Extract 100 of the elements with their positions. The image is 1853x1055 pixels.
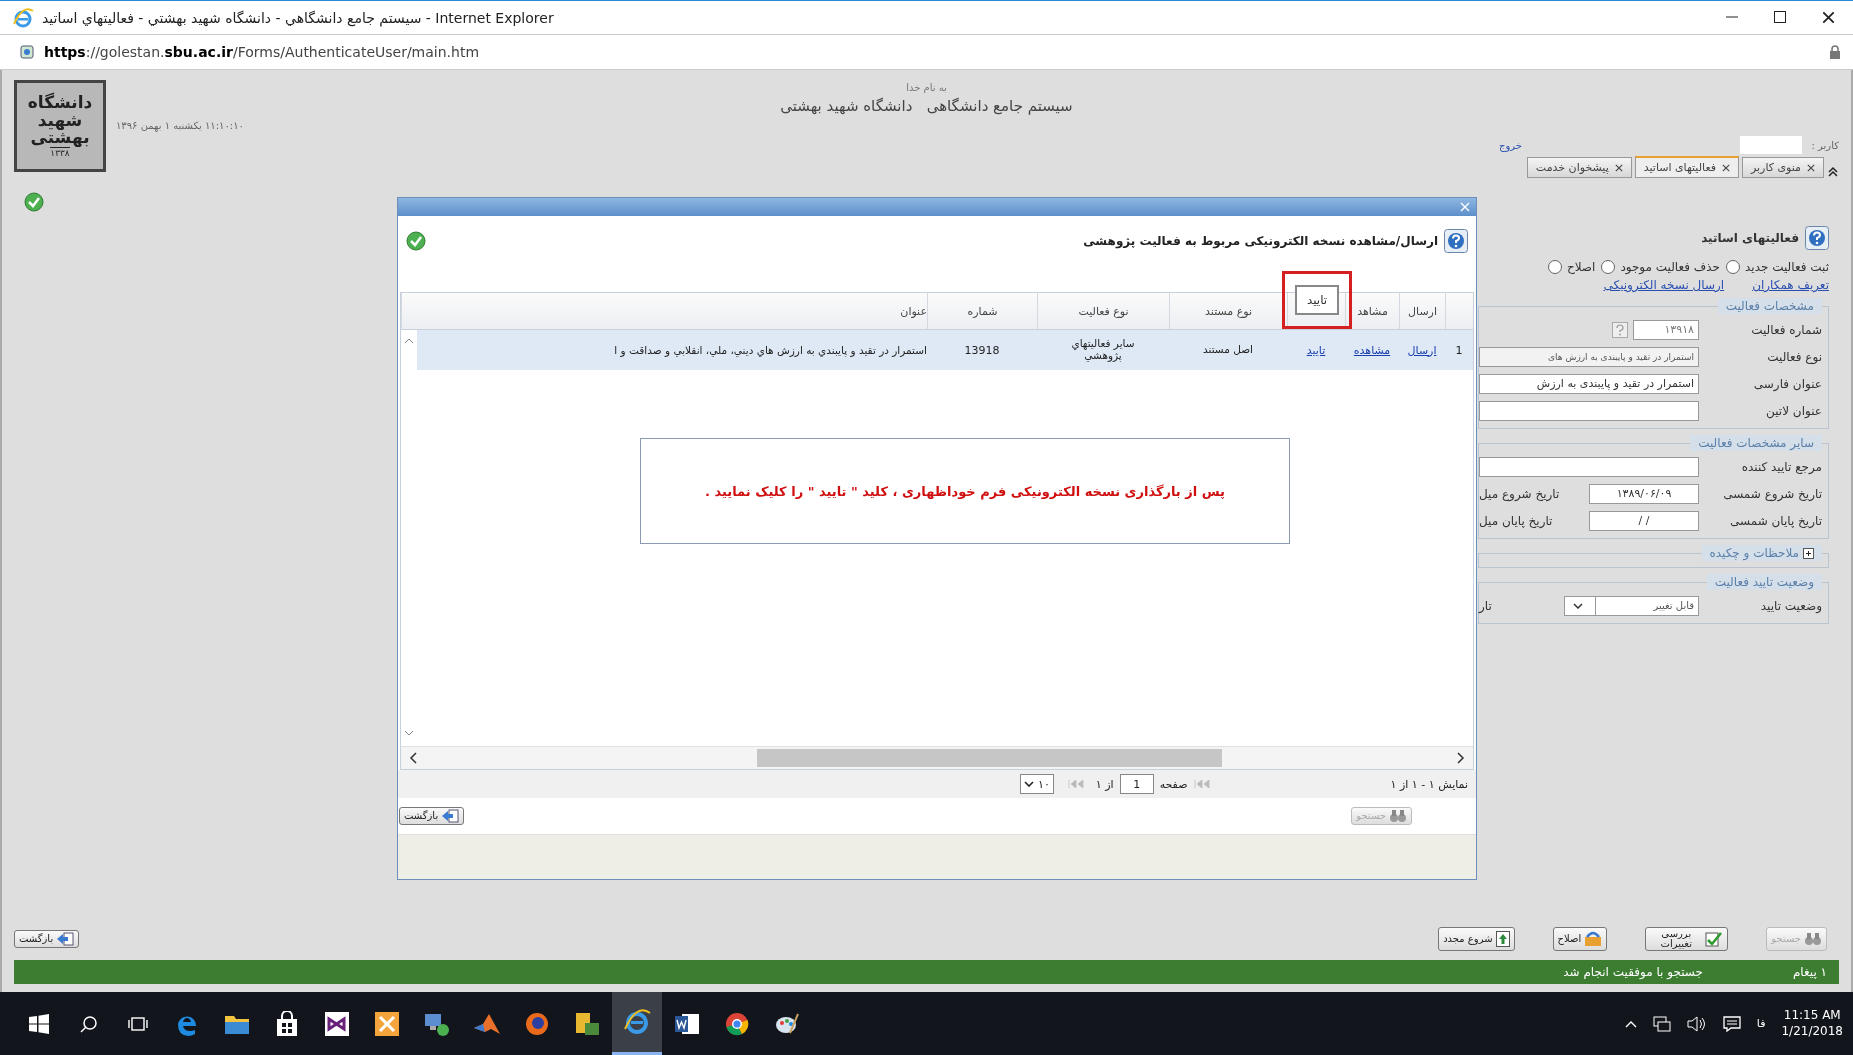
tab-label: پیشخوان خدمت bbox=[1535, 161, 1609, 174]
up-arrow-icon bbox=[1495, 931, 1510, 947]
page-size-dropdown[interactable]: ۱۰ bbox=[1020, 774, 1054, 794]
date-field[interactable]: / / bbox=[1589, 510, 1699, 531]
date-field[interactable]: ۱۳۸۹/۰۶/۰۹ bbox=[1589, 483, 1699, 504]
tile-icon[interactable] bbox=[374, 1010, 400, 1037]
binoculars-icon bbox=[1804, 932, 1822, 946]
database-icon[interactable] bbox=[573, 1010, 601, 1037]
field-label: وضعیت تایید bbox=[1759, 598, 1822, 613]
caret-icon[interactable] bbox=[1024, 781, 1034, 787]
radio-button[interactable] bbox=[1547, 260, 1562, 274]
tab-close-icon[interactable] bbox=[1807, 163, 1815, 172]
horizontal-scrollbar[interactable] bbox=[401, 746, 1473, 769]
page-tab[interactable]: منوی کاربر bbox=[1741, 157, 1824, 178]
column-header[interactable]: تایید bbox=[1294, 285, 1340, 315]
user-label: کاربر : bbox=[1811, 139, 1839, 151]
input-language[interactable]: فا bbox=[1756, 1017, 1766, 1030]
field-label: شماره فعالیت bbox=[1750, 322, 1822, 337]
column-header[interactable]: نوع فعالیت bbox=[1078, 304, 1129, 318]
text-field[interactable] bbox=[1479, 456, 1699, 477]
clock-date: 1/21/2018 bbox=[1781, 1023, 1843, 1040]
help-icon[interactable] bbox=[1805, 226, 1829, 250]
number-field[interactable]: ۱۳۹۱۸ bbox=[1633, 319, 1699, 340]
field-label: تاریخ شروع میل bbox=[1479, 486, 1560, 501]
page-tab[interactable]: فعالیتهای اساتید bbox=[1634, 156, 1739, 178]
row-link[interactable]: ارسال bbox=[1407, 343, 1437, 357]
field-label: نوع فعالیت bbox=[1766, 349, 1822, 364]
section-title: مشخصات فعالیت bbox=[1725, 299, 1814, 313]
task-view-icon[interactable] bbox=[128, 1015, 148, 1032]
action-button[interactable]: بررسی تغییرات bbox=[1645, 927, 1729, 951]
caret-icon[interactable] bbox=[1573, 602, 1583, 609]
search-icon[interactable] bbox=[80, 1014, 98, 1033]
windows-logo-icon[interactable] bbox=[29, 1013, 49, 1034]
scroll-right-icon[interactable] bbox=[1457, 752, 1465, 764]
system-title: سیستم جامع دانشگاهی دانشگاه شهید بهشتی bbox=[780, 97, 1073, 115]
page-tab[interactable]: پیشخوان خدمت bbox=[1526, 157, 1632, 178]
lock-icon bbox=[1829, 45, 1841, 59]
section-title: سایر مشخصات فعالیت bbox=[1698, 436, 1814, 450]
tab-close-icon[interactable] bbox=[1721, 163, 1730, 172]
page-field[interactable]: 1 bbox=[1119, 774, 1154, 794]
browser-icon[interactable] bbox=[623, 1009, 651, 1035]
field-label: مرجع تایید کننده bbox=[1740, 459, 1822, 474]
shopping-bag-icon[interactable] bbox=[275, 1010, 299, 1037]
field-label: تار bbox=[1479, 598, 1492, 613]
action-link[interactable]: تعریف همکاران bbox=[1752, 278, 1829, 292]
row-link[interactable]: تاييد bbox=[1306, 343, 1326, 357]
close-icon[interactable] bbox=[1822, 11, 1835, 24]
back-button[interactable]: بازگشت bbox=[14, 930, 80, 948]
tab-close-icon[interactable] bbox=[1614, 163, 1623, 172]
expand-plus-icon[interactable] bbox=[1803, 547, 1814, 559]
speaker-icon[interactable] bbox=[1686, 1015, 1707, 1032]
action-button[interactable]: شروع مجدد bbox=[1438, 927, 1515, 951]
logo-year: ۱۳۳۸ bbox=[50, 147, 70, 159]
infinity-logo-icon[interactable] bbox=[324, 1010, 350, 1037]
scroll-up-icon[interactable] bbox=[404, 338, 414, 344]
scroll-down-icon[interactable] bbox=[404, 730, 414, 736]
help-icon[interactable] bbox=[1444, 229, 1468, 253]
status-dropdown[interactable]: قابل تغییر bbox=[1564, 595, 1699, 616]
address-field[interactable]: https://golestan.sbu.ac.ir/Forms/AuthenticateUser/main.htm bbox=[44, 44, 480, 60]
notification-icon[interactable] bbox=[1722, 1015, 1741, 1032]
binoculars-icon bbox=[1389, 809, 1407, 823]
circle-logo-icon[interactable] bbox=[724, 1010, 750, 1037]
action-button[interactable]: اصلاح bbox=[1552, 927, 1608, 951]
action-link[interactable]: ارسال نسخه الکترونیکی bbox=[1603, 278, 1725, 292]
column-header[interactable]: شماره bbox=[967, 304, 998, 318]
clock-time: 11:15 AM bbox=[1783, 1007, 1841, 1024]
edit-icon bbox=[1584, 931, 1603, 947]
pager-summary: نمایش ۱ - ۱ از ۱ bbox=[1390, 777, 1468, 791]
status-message: جستجو با موفقیت انجام شد bbox=[1563, 965, 1703, 979]
chevron-up-icon[interactable] bbox=[1624, 1019, 1637, 1028]
radio-label: اصلاح bbox=[1566, 260, 1596, 274]
logout-link[interactable]: خروج bbox=[1499, 139, 1522, 151]
row-link[interactable]: مشاهده bbox=[1353, 343, 1391, 357]
column-header[interactable]: عنوان bbox=[900, 304, 927, 318]
radio-label: ثبت فعالیت جدید bbox=[1745, 260, 1829, 274]
collapse-chevron-icon[interactable] bbox=[1827, 166, 1839, 178]
column-header[interactable]: مشاهد bbox=[1357, 304, 1388, 318]
table-cell: 13918 bbox=[964, 343, 1000, 357]
clock[interactable]: 11:15 AM 1/21/2018 bbox=[1781, 1007, 1843, 1040]
section-title: ملاحظات و چکیده bbox=[1709, 546, 1799, 560]
network-icon[interactable] bbox=[1652, 1015, 1671, 1032]
radio-button[interactable] bbox=[1726, 260, 1740, 274]
radio-button[interactable] bbox=[1601, 260, 1616, 274]
radio-label: حذف فعالیت موجود bbox=[1620, 260, 1720, 274]
scroll-left-icon[interactable] bbox=[409, 752, 417, 764]
site-icon bbox=[20, 45, 34, 59]
document-icon[interactable] bbox=[674, 1011, 700, 1036]
column-header[interactable]: ارسال bbox=[1408, 304, 1437, 318]
instruction-note: پس از بارگذاری نسخه الکترونیکی فرم خوداظهاری ، کلید " تایید " را کلیک نمایید . bbox=[640, 438, 1290, 544]
section-title: وضعیت تایید فعالیت bbox=[1714, 575, 1814, 589]
column-header[interactable]: نوع مستند bbox=[1205, 304, 1252, 318]
maximize-icon[interactable] bbox=[1774, 11, 1786, 23]
table-cell: استمرار در تقيد و پايبندي به ارزش هاي ديني، ملي، انقلابي و صداقت و ا bbox=[614, 344, 927, 356]
back-arrow-icon bbox=[441, 809, 460, 823]
back-button[interactable]: بازگشت bbox=[399, 807, 465, 825]
browser-logo-icon bbox=[12, 6, 34, 29]
text-field[interactable] bbox=[1479, 400, 1699, 421]
globe-icon[interactable] bbox=[524, 1010, 550, 1037]
dialog-title: ارسال/مشاهده نسخه الکترونیکی مربوط به فعالیت پژوهشی bbox=[1083, 234, 1438, 248]
text-field[interactable]: استمرار در تقيد و پايبندی به ارزش bbox=[1479, 373, 1699, 394]
